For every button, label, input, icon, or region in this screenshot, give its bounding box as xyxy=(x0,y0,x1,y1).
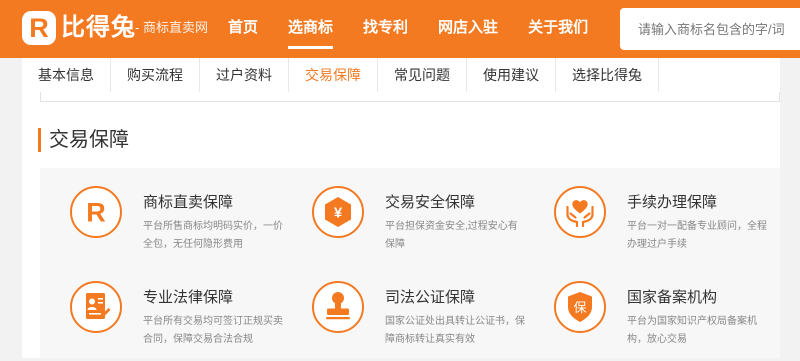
section-tab-bar: 基本信息 购买流程 过户资料 交易保障 常见问题 使用建议 选择比得兔 xyxy=(22,58,780,92)
section-title-accent xyxy=(38,128,41,152)
tab-faq[interactable]: 常见问题 xyxy=(378,58,467,92)
nav-item-shop-entry[interactable]: 网店入驻 xyxy=(438,0,498,58)
nav-item-about-us[interactable]: 关于我们 xyxy=(528,0,588,58)
guarantee-description: 平台担保资金安全,过程安心有保障 xyxy=(385,221,518,250)
guarantee-panel: R 商标直卖保障 平台所售商标均明码实价，一价全包，无任何隐形费用 ¥ 交易安全… xyxy=(40,168,780,358)
guarantee-item: 保 国家备案机构 平台为国家知识产权局备案机构，放心交易 xyxy=(554,281,769,361)
guarantee-item: 专业法律保障 平台所有交易均可签订正规买卖合同，保障交易合法合规 xyxy=(70,281,285,361)
logo-name[interactable]: 比得兔 xyxy=(61,13,136,43)
search-input[interactable] xyxy=(620,8,800,50)
tab-basic-info[interactable]: 基本信息 xyxy=(22,58,111,92)
top-header: R 比得兔 - 商标直卖网 首页 选商标 找专利 网店入驻 关于我们 xyxy=(0,0,800,58)
contract-document-icon xyxy=(70,281,122,333)
nav-item-find-patent[interactable]: 找专利 xyxy=(363,0,408,58)
guarantee-title: 司法公证保障 xyxy=(385,289,476,306)
r-letter-icon: R xyxy=(70,186,122,238)
guarantee-description: 国家公证处出具转让公证书，保障商标转让真实有效 xyxy=(385,316,525,345)
stamp-icon xyxy=(312,281,364,333)
document-line xyxy=(98,298,103,300)
stamp-base xyxy=(327,308,349,315)
document-shape xyxy=(86,293,105,319)
guarantee-description: 平台所售商标均明码实价，一价全包，无任何隐形费用 xyxy=(143,221,283,250)
tab-why-choose-us[interactable]: 选择比得兔 xyxy=(556,58,659,92)
hands-heart-icon xyxy=(554,186,606,238)
previous-panel-edge xyxy=(40,92,780,102)
guarantee-item: R 商标直卖保障 平台所售商标均明码实价，一价全包，无任何隐形费用 xyxy=(70,186,285,266)
yen-glyph: ¥ xyxy=(334,205,343,222)
guarantee-description: 平台所有交易均可签订正规买卖合同，保障交易合法合规 xyxy=(143,316,283,345)
guarantee-description: 平台为国家知识产权局备案机构，放心交易 xyxy=(627,316,757,345)
guarantee-item: 司法公证保障 国家公证处出具转让公证书，保障商标转让真实有效 xyxy=(312,281,527,361)
guarantee-title: 商标直卖保障 xyxy=(143,194,234,211)
tab-purchase-process[interactable]: 购买流程 xyxy=(111,58,200,92)
tab-usage-advice[interactable]: 使用建议 xyxy=(467,58,556,92)
section-title: 交易保障 xyxy=(49,129,129,151)
logo-tagline: - 商标直卖网 xyxy=(135,20,208,35)
person-head xyxy=(89,298,95,305)
guarantee-title: 专业法律保障 xyxy=(143,289,234,306)
r-letter-glyph: R xyxy=(86,198,106,228)
guarantee-item: ¥ 交易安全保障 平台担保资金安全,过程安心有保障 xyxy=(312,186,527,266)
yen-hexagon-icon: ¥ xyxy=(312,186,364,238)
document-line xyxy=(98,302,103,304)
guarantee-description: 平台一对一配备专业顾问，全程办理过户手续 xyxy=(627,221,767,250)
logo-icon[interactable]: R xyxy=(22,11,56,45)
stamp-neck xyxy=(335,302,341,309)
nav-item-home[interactable]: 首页 xyxy=(228,0,258,58)
tab-transaction-guarantee[interactable]: 交易保障 xyxy=(289,58,378,92)
tab-transfer-documents[interactable]: 过户资料 xyxy=(200,58,289,92)
stamp-imprint-line xyxy=(326,317,350,320)
main-nav: 首页 选商标 找专利 网店入驻 关于我们 xyxy=(228,0,588,58)
search-box xyxy=(620,8,800,50)
guarantee-title: 手续办理保障 xyxy=(627,194,718,211)
guarantee-title: 交易安全保障 xyxy=(385,194,476,211)
guarantee-item: 手续办理保障 平台一对一配备专业顾问，全程办理过户手续 xyxy=(554,186,769,266)
guarantee-title: 国家备案机构 xyxy=(627,289,718,306)
shield-icon: 保 xyxy=(554,281,606,333)
nav-item-select-trademark[interactable]: 选商标 xyxy=(288,0,334,58)
document-line xyxy=(89,313,101,315)
shield-glyph: 保 xyxy=(573,300,586,315)
